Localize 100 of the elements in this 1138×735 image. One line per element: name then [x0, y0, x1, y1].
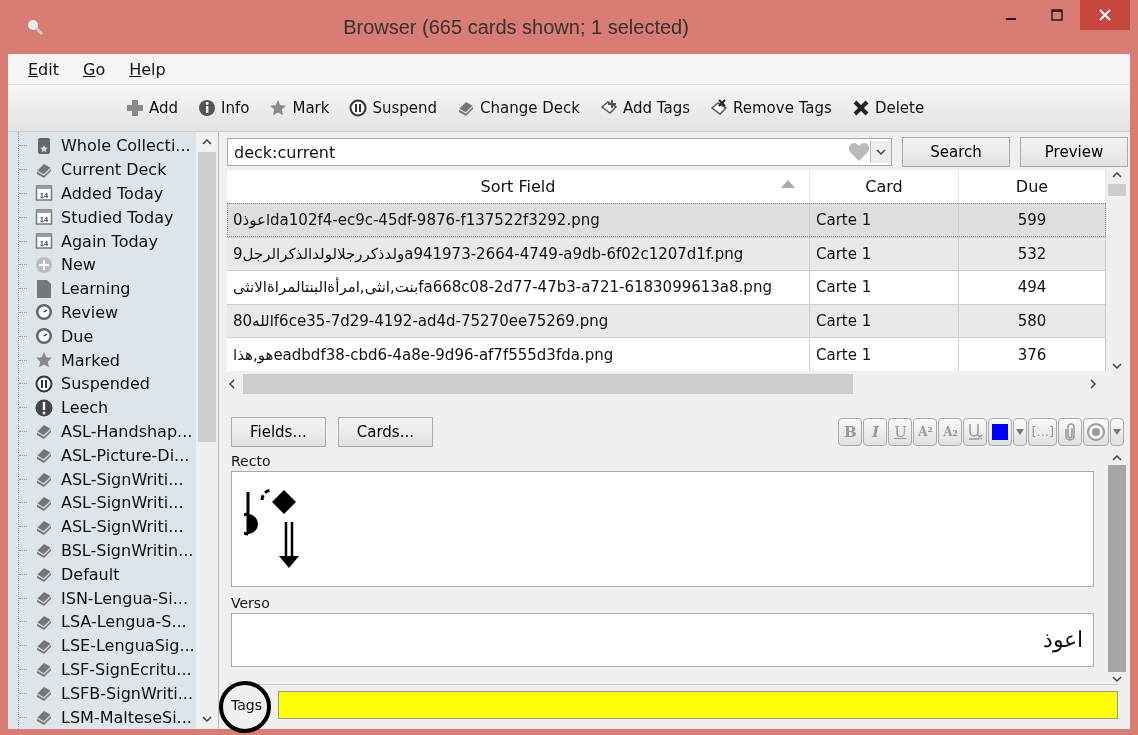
- editor-button[interactable]: Fields...: [231, 416, 326, 447]
- sidebar-item[interactable]: LSE-LenguaSig...: [61, 636, 195, 656]
- scroll-up-icon[interactable]: [202, 137, 212, 147]
- sidebar-item[interactable]: Leech: [61, 398, 109, 418]
- sidebar-item[interactable]: Review: [61, 302, 119, 322]
- card-deck-icon: [35, 422, 53, 441]
- record-button[interactable]: [1083, 417, 1109, 446]
- toolbar-button[interactable]: Delete: [851, 99, 925, 117]
- clock-icon: [35, 327, 53, 346]
- menu-item[interactable]: Help: [129, 59, 166, 79]
- caret-icon: [1113, 428, 1121, 435]
- sidebar-item[interactable]: LSF-SignEcritu...: [61, 659, 192, 679]
- dropdown-button[interactable]: [1110, 417, 1124, 446]
- search-button[interactable]: Search: [902, 137, 1010, 167]
- sidebar-item[interactable]: Studied Today: [61, 207, 174, 227]
- sidebar-item[interactable]: Learning: [61, 279, 131, 299]
- card-deck-icon: [35, 660, 53, 679]
- toolbar-button[interactable]: Remove Tags: [710, 99, 832, 117]
- scrollbar-thumb[interactable]: [1108, 464, 1126, 672]
- collection-icon: [35, 136, 53, 155]
- sidebar-item[interactable]: Default: [61, 564, 120, 584]
- card-deck-icon: [35, 541, 53, 560]
- sidebar-item[interactable]: ASL-Handshap...: [61, 421, 193, 441]
- sidebar-item[interactable]: ASL-SignWriti...: [61, 517, 184, 537]
- sidebar-item[interactable]: LSM-MalteseSi...: [61, 707, 192, 727]
- plus-circle-icon: [35, 255, 53, 274]
- star-icon: [35, 351, 53, 370]
- sidebar-item[interactable]: Suspended: [61, 374, 150, 394]
- sidebar-item[interactable]: BSL-SignWritin...: [61, 540, 194, 560]
- sidebar-item[interactable]: ASL-SignWriti...: [61, 469, 184, 489]
- tags-label: Tags: [231, 697, 262, 713]
- sidebar-item[interactable]: Again Today: [61, 231, 158, 251]
- dropdown-button[interactable]: [1013, 417, 1028, 446]
- search-field[interactable]: deck:current: [227, 138, 892, 166]
- card-deck-icon: [35, 708, 53, 726]
- card-deck-icon: [35, 589, 53, 608]
- card-deck-icon: [35, 470, 53, 489]
- table-cell: هو,هذاeadbdf38-cbd6-4a8e-9d96-af7f555d3fda.png: [227, 338, 810, 371]
- caret-icon: [1016, 428, 1025, 435]
- table-cell: بنت,انثى,امرأةالبنتالمراةالانثىfa668c08-2d77-47b3-a721-6183099613a8.png: [227, 271, 810, 304]
- search-button[interactable]: Preview: [1020, 137, 1128, 167]
- scroll-left-icon[interactable]: [227, 378, 237, 389]
- sidebar-item[interactable]: Marked: [61, 350, 120, 370]
- scroll-down-icon[interactable]: [1112, 360, 1122, 371]
- toolbar-button[interactable]: Add: [126, 99, 179, 117]
- sort-ascending-icon: [781, 180, 795, 188]
- pause-icon: [35, 374, 53, 393]
- attach-button[interactable]: [1058, 417, 1082, 446]
- close-button[interactable]: [1080, 0, 1130, 30]
- menu-item[interactable]: Go: [83, 59, 106, 79]
- table-cell: Carte 1: [810, 338, 959, 371]
- sidebar-item[interactable]: ISN-Lengua-Si...: [61, 588, 188, 608]
- sidebar-item[interactable]: LSFB-SignWriti...: [61, 683, 194, 703]
- scrollbar-thumb[interactable]: [243, 373, 853, 394]
- editor-button[interactable]: Cards...: [337, 416, 433, 447]
- window-title: Browser (665 cards shown; 1 selected): [342, 15, 690, 39]
- scroll-up-icon[interactable]: [1112, 170, 1122, 180]
- toolbar-button[interactable]: Change Deck: [457, 99, 580, 117]
- field-label: Verso: [231, 594, 271, 613]
- tag-cross-icon: [710, 99, 728, 117]
- magnifier-icon: [26, 18, 44, 36]
- sidebar-item[interactable]: LSA-Lengua-S...: [61, 612, 187, 632]
- tags-field[interactable]: [278, 691, 1118, 719]
- sidebar-item[interactable]: New: [61, 255, 96, 275]
- info-icon: [198, 99, 217, 117]
- sidebar-item[interactable]: Whole Collecti...: [61, 136, 191, 156]
- chevron-down-icon: [876, 147, 886, 157]
- menu-item[interactable]: Edit: [28, 59, 59, 79]
- verso-field[interactable]: اعوذ: [231, 612, 1094, 667]
- text-color-button[interactable]: [988, 417, 1013, 446]
- tag-plus-icon: [600, 99, 618, 117]
- star-icon: [269, 99, 288, 117]
- field-label: Recto: [231, 452, 272, 471]
- page-icon: [35, 279, 53, 298]
- toolbar-button[interactable]: Suspend: [349, 99, 438, 117]
- scroll-down-icon[interactable]: [202, 714, 212, 724]
- toolbar-button[interactable]: Mark: [269, 99, 330, 117]
- sidebar-item[interactable]: ASL-Picture-Di...: [61, 445, 190, 465]
- card-deck-icon: [35, 565, 53, 584]
- toolbar-button[interactable]: Add Tags: [600, 99, 690, 117]
- toolbar-button[interactable]: Info: [198, 99, 250, 117]
- scrollbar-thumb[interactable]: [1108, 184, 1126, 196]
- recto-field[interactable]: [231, 470, 1094, 587]
- dropdown-button[interactable]: [870, 141, 891, 163]
- delete-icon: [851, 99, 870, 117]
- clock-icon: [35, 303, 53, 322]
- minimize-icon: [1006, 18, 1016, 20]
- card-deck-icon: [35, 446, 53, 465]
- close-icon: [1099, 9, 1111, 21]
- record-icon: [1086, 421, 1106, 442]
- scrollbar-thumb[interactable]: [198, 152, 216, 442]
- paperclip-icon: [1064, 422, 1076, 441]
- scroll-right-icon[interactable]: [1088, 378, 1098, 389]
- sidebar-item[interactable]: Added Today: [61, 184, 164, 203]
- sidebar-item[interactable]: Current Deck: [61, 160, 167, 180]
- sidebar-item[interactable]: Due: [61, 326, 94, 346]
- card-deck-icon: [35, 684, 53, 703]
- scroll-up-icon[interactable]: [1112, 452, 1122, 463]
- sidebar-item[interactable]: ASL-SignWriti...: [61, 493, 184, 513]
- scroll-down-icon[interactable]: [1112, 674, 1122, 684]
